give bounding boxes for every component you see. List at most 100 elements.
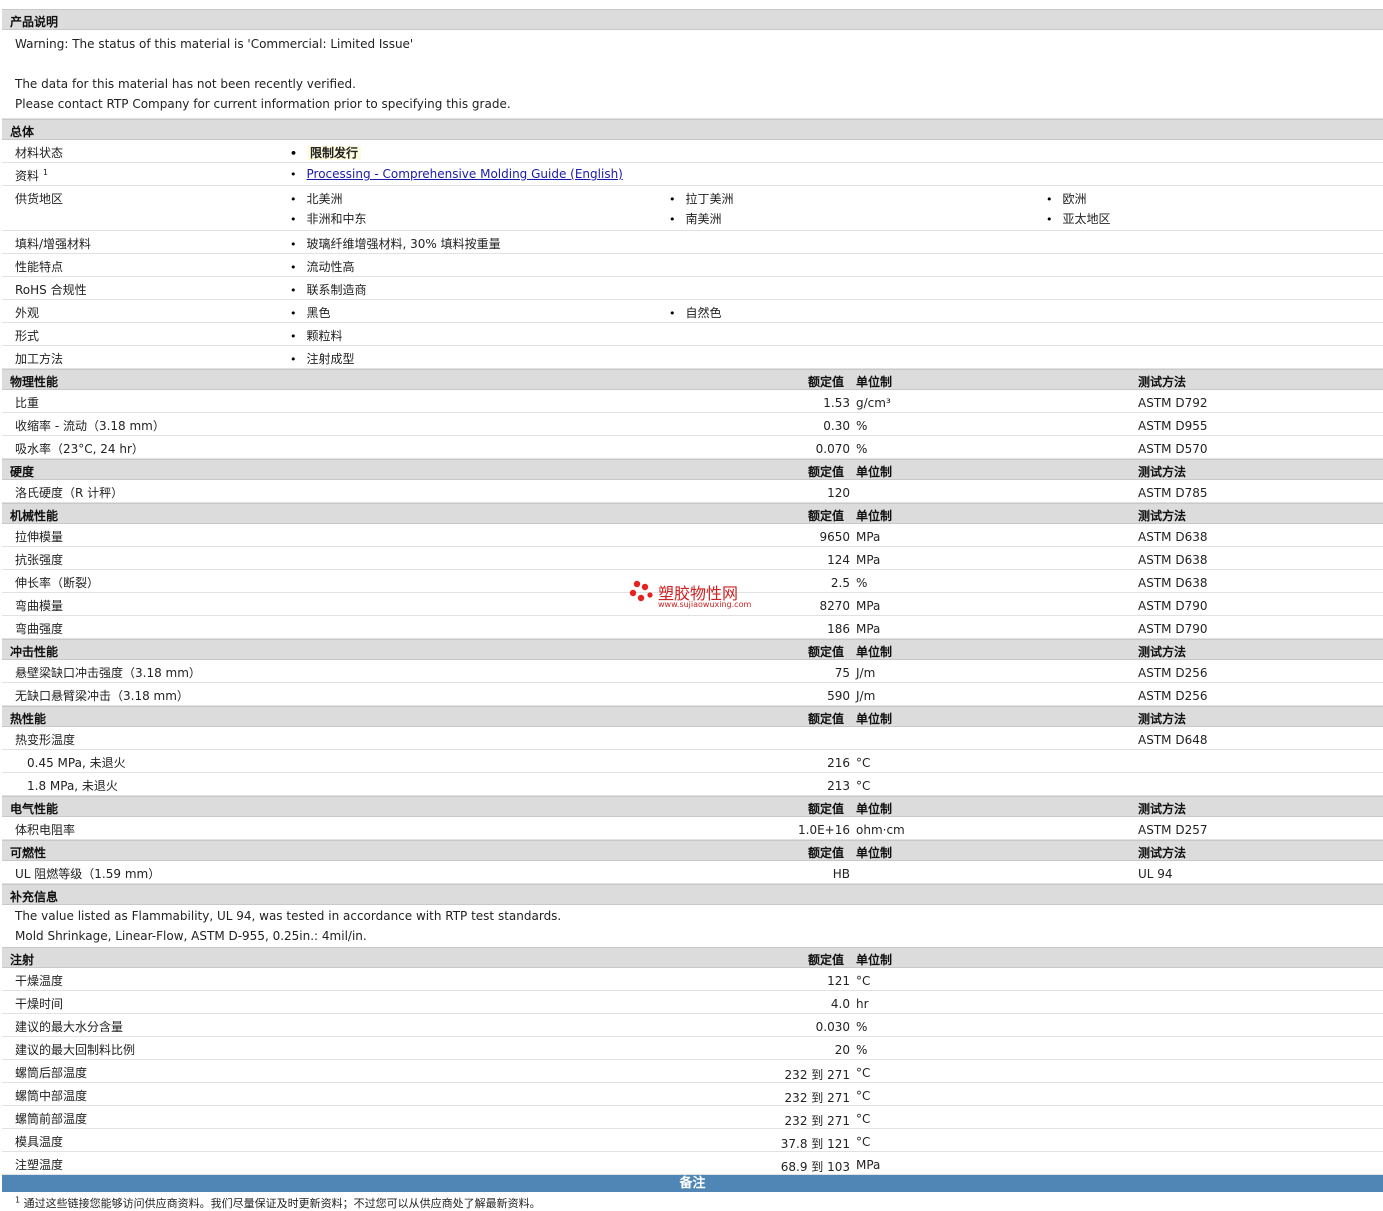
row-label: 加工方法 [15,352,64,366]
table-row: 抗张强度 124 MPa ASTM D638 [2,547,1383,570]
row-value: 20 [834,1043,850,1057]
row-rohs: RoHS 合规性 联系制造商 [2,277,1383,300]
table-row: 悬壁梁缺口冲击强度（3.18 mm） 75 J/m ASTM D256 [2,660,1383,683]
region-item: 南美洲 [669,210,722,227]
table-row: 收缩率 - 流动（3.18 mm） 0.30% ASTM D955 [2,413,1383,436]
row-value: 8270 [819,599,850,613]
region-item: 拉丁美洲 [669,190,734,207]
table-row: 螺筒后部温度 232 到 271 °C [2,1060,1383,1083]
row-method: ASTM D638 [1138,576,1208,590]
section-title: 冲击性能 [10,645,59,659]
row-method: ASTM D638 [1138,530,1208,544]
row-unit: °C [856,1112,871,1126]
row-label: UL 阻燃等级（1.59 mm） [15,867,161,881]
row-label: 注塑温度 [15,1158,64,1172]
table-row: 干燥温度 121 °C [2,968,1383,991]
footnote: 1 通过这些链接您能够访问供应商资料。我们尽量保证及时更新资料；不过您可以从供应… [15,1195,541,1210]
row-label: 洛氏硬度（R 计秤） [15,486,124,500]
row-unit: MPa [856,553,881,567]
section-title: 机械性能 [10,509,59,523]
header-method: 测试方法 [1138,802,1187,816]
notes-bar: 备注 [2,1175,1383,1192]
process-value: 注射成型 [290,350,355,367]
description-line: Please contact RTP Company for current i… [15,97,511,111]
section-title: 硬度 [10,465,35,479]
row-value: 68.9 到 103 [780,1160,850,1174]
row-label: 形式 [15,329,40,343]
rohs-value: 联系制造商 [290,281,367,298]
table-row: 模具温度 37.8 到 121 °C [2,1129,1383,1152]
row-label: 供货地区 [15,192,64,206]
row-label: 拉伸模量 [15,530,64,544]
row-unit: °C [856,1135,871,1149]
header-unit: 单位制 [856,953,893,967]
row-label: 无缺口悬臂梁冲击（3.18 mm） [15,689,189,703]
row-label: 螺筒后部温度 [15,1066,88,1080]
header-nominal: 额定值 [808,509,845,523]
row-value: 0.030 [815,1020,850,1034]
header-method: 测试方法 [1138,375,1187,389]
header-nominal: 额定值 [808,953,845,967]
row-label: RoHS 合规性 [15,283,87,297]
row-value: 1.0E+16 [798,823,850,837]
row-value: 1.53 [823,396,850,410]
table-row: 螺筒前部温度 232 到 271 °C [2,1106,1383,1129]
row-unit: ohm·cm [856,823,905,837]
header-unit: 单位制 [856,509,893,523]
description-text: Warning: The status of this material is … [2,30,1383,119]
row-regions: 供货地区 北美洲 拉丁美洲 欧洲 非洲和中东 南美洲 亚太地区 [2,186,1383,231]
header-method: 测试方法 [1138,712,1187,726]
table-row: 1.8 MPa, 未退火 213 °C [2,773,1383,796]
section-header-flammability: 可燃性 额定值 单位制 测试方法 [2,840,1383,861]
header-unit: 单位制 [856,712,893,726]
header-unit: 单位制 [856,465,893,479]
row-appearance: 外观 黑色 自然色 [2,300,1383,323]
table-row: 螺筒中部温度 232 到 271 °C [2,1083,1383,1106]
row-label: 弯曲强度 [15,622,64,636]
header-unit: 单位制 [856,645,893,659]
row-value: 120 [827,486,850,500]
row-label: 性能特点 [15,260,64,274]
row-value: 216 [827,756,850,770]
table-row: 0.45 MPa, 未退火 216 °C [2,750,1383,773]
molding-guide-link[interactable]: Processing - Comprehensive Molding Guide… [307,167,623,181]
header-nominal: 额定值 [808,375,845,389]
row-label: 建议的最大回制料比例 [15,1043,136,1057]
section-header-electrical: 电气性能 额定值 单位制 测试方法 [2,796,1383,817]
section-title: 可燃性 [10,846,47,860]
feature-value: 流动性高 [290,258,355,275]
filler-value: 玻璃纤维增强材料, 30% 填料按重量 [290,235,501,252]
supplement-line: Mold Shrinkage, Linear-Flow, ASTM D-955,… [15,929,367,943]
row-label: 填料/增强材料 [15,237,92,251]
header-unit: 单位制 [856,846,893,860]
table-row: 吸水率（23°C, 24 hr） 0.070% ASTM D570 [2,436,1383,459]
header-method: 测试方法 [1138,509,1187,523]
region-item: 非洲和中东 [290,210,367,227]
row-unit: % [856,1043,868,1057]
row-label: 0.45 MPa, 未退火 [27,756,126,770]
section-header-general: 总体 [2,119,1383,140]
row-form: 形式 颗粒料 [2,323,1383,346]
header-nominal: 额定值 [808,465,845,479]
row-method: ASTM D570 [1138,442,1208,456]
row-method: ASTM D256 [1138,689,1208,703]
row-method: ASTM D792 [1138,396,1208,410]
row-value: 75 [834,666,850,680]
row-value: 186 [827,622,850,636]
table-row: 无缺口悬臂梁冲击（3.18 mm） 590 J/m ASTM D256 [2,683,1383,706]
injection-section: 注射 额定值 单位制 干燥温度 121 °C 干燥时间 4.0 hr 建议的最大水分含量 0.030… [2,947,1383,1175]
row-label: 螺筒前部温度 [15,1112,88,1126]
header-method: 测试方法 [1138,846,1187,860]
section-header-injection: 注射 额定值 单位制 [2,947,1383,968]
table-row: 热变形温度 ASTM D648 [2,727,1383,750]
row-value: 124 [827,553,850,567]
row-value: 232 到 271 [784,1114,850,1128]
table-row: 体积电阻率 1.0E+16 ohm·cm ASTM D257 [2,817,1383,840]
row-label: 收缩率 - 流动（3.18 mm） [15,419,165,433]
row-label: 悬壁梁缺口冲击强度（3.18 mm） [15,666,201,680]
section-title: 产品说明 [10,15,59,29]
section-title: 电气性能 [10,802,59,816]
row-unit: MPa [856,530,881,544]
header-nominal: 额定值 [808,846,845,860]
row-unit: °C [856,1066,871,1080]
